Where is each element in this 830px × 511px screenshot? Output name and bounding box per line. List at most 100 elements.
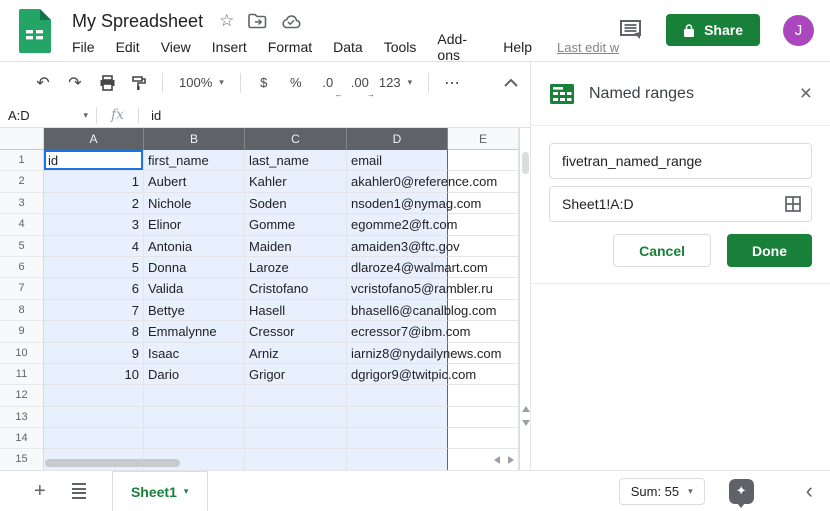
name-box[interactable]: A:D ▾: [0, 103, 96, 127]
cell-D15[interactable]: [347, 449, 448, 470]
cell-B5[interactable]: Antonia: [144, 236, 245, 257]
cell-D3[interactable]: nsoden1@nymag.com: [347, 193, 448, 214]
cell-A13[interactable]: [44, 407, 144, 428]
cell-C9[interactable]: Cressor: [245, 321, 347, 342]
cell-D10[interactable]: iarniz8@nydailynews.com: [347, 343, 448, 364]
cell-B2[interactable]: Aubert: [144, 171, 245, 192]
cell-B14[interactable]: [144, 428, 245, 449]
undo-icon[interactable]: ↶: [30, 70, 56, 96]
cell-D14[interactable]: [347, 428, 448, 449]
row-header-14[interactable]: 14: [0, 428, 44, 449]
row-header-7[interactable]: 7: [0, 278, 44, 299]
cell-C4[interactable]: Gomme: [245, 214, 347, 235]
cell-E4[interactable]: [448, 214, 519, 235]
cell-D12[interactable]: [347, 385, 448, 406]
row-header-5[interactable]: 5: [0, 236, 44, 257]
paint-format-icon[interactable]: [126, 70, 152, 96]
cell-A3[interactable]: 2: [44, 193, 144, 214]
comment-history-icon[interactable]: [619, 18, 644, 42]
row-header-1[interactable]: 1: [0, 150, 44, 171]
cell-B3[interactable]: Nichole: [144, 193, 245, 214]
hide-menus-icon[interactable]: [504, 79, 518, 87]
cell-C7[interactable]: Cristofano: [245, 278, 347, 299]
cell-E14[interactable]: [448, 428, 519, 449]
cell-A11[interactable]: 10: [44, 364, 144, 385]
row-header-13[interactable]: 13: [0, 407, 44, 428]
col-header-D[interactable]: D: [347, 128, 448, 150]
star-icon[interactable]: ☆: [219, 11, 234, 31]
cell-B8[interactable]: Bettye: [144, 300, 245, 321]
row-header-10[interactable]: 10: [0, 343, 44, 364]
cell-A8[interactable]: 7: [44, 300, 144, 321]
explore-button[interactable]: ✦: [729, 479, 754, 504]
close-icon[interactable]: ×: [800, 83, 812, 104]
row-header-15[interactable]: 15: [0, 449, 44, 470]
range-reference-input[interactable]: [549, 186, 812, 222]
number-format-menu[interactable]: 123 ▾: [373, 75, 418, 90]
cell-A4[interactable]: 3: [44, 214, 144, 235]
decrease-decimal-button[interactable]: .0 ←: [315, 70, 341, 96]
add-sheet-button[interactable]: +: [34, 481, 46, 501]
menu-file[interactable]: File: [72, 39, 95, 55]
cell-B13[interactable]: [144, 407, 245, 428]
menu-edit[interactable]: Edit: [116, 39, 140, 55]
cell-E1[interactable]: [448, 150, 519, 171]
sum-dropdown[interactable]: Sum: 55 ▾: [619, 478, 705, 505]
cell-D8[interactable]: bhasell6@canalblog.com: [347, 300, 448, 321]
menu-format[interactable]: Format: [268, 39, 312, 55]
redo-icon[interactable]: ↷: [62, 70, 88, 96]
cell-A5[interactable]: 4: [44, 236, 144, 257]
cell-C2[interactable]: Kahler: [245, 171, 347, 192]
cell-C8[interactable]: Hasell: [245, 300, 347, 321]
cell-E13[interactable]: [448, 407, 519, 428]
row-header-9[interactable]: 9: [0, 321, 44, 342]
horizontal-scrollbar-thumb[interactable]: [45, 459, 180, 467]
cell-D7[interactable]: vcristofano5@rambler.ru: [347, 278, 448, 299]
row-header-8[interactable]: 8: [0, 300, 44, 321]
cell-C14[interactable]: [245, 428, 347, 449]
scroll-left-icon[interactable]: [494, 456, 500, 464]
select-all-corner[interactable]: [0, 128, 44, 150]
scroll-up-icon[interactable]: [522, 406, 530, 412]
cell-B9[interactable]: Emmalynne: [144, 321, 245, 342]
all-sheets-icon[interactable]: [72, 483, 86, 499]
cell-D2[interactable]: akahler0@reference.com: [347, 171, 448, 192]
more-toolbar-icon[interactable]: ⋯: [439, 70, 465, 96]
sheets-logo-icon[interactable]: [16, 9, 54, 53]
cell-B6[interactable]: Donna: [144, 257, 245, 278]
move-folder-icon[interactable]: [248, 13, 267, 29]
sheet-tab-sheet1[interactable]: Sheet1 ▾: [112, 471, 208, 511]
cancel-button[interactable]: Cancel: [613, 234, 711, 267]
cell-B10[interactable]: Isaac: [144, 343, 245, 364]
print-icon[interactable]: [94, 70, 120, 96]
cell-C13[interactable]: [245, 407, 347, 428]
cell-C1[interactable]: last_name: [245, 150, 347, 171]
col-header-E[interactable]: E: [448, 128, 519, 150]
cell-B1[interactable]: first_name: [144, 150, 245, 171]
cell-B7[interactable]: Valida: [144, 278, 245, 299]
zoom-select[interactable]: 100% ▾: [173, 75, 230, 90]
cell-D13[interactable]: [347, 407, 448, 428]
cell-D11[interactable]: dgrigor9@twitpic.com: [347, 364, 448, 385]
cell-D1[interactable]: email: [347, 150, 448, 171]
cell-C11[interactable]: Grigor: [245, 364, 347, 385]
cell-A6[interactable]: 5: [44, 257, 144, 278]
format-percent-button[interactable]: %: [283, 70, 309, 96]
vertical-scrollbar[interactable]: [519, 128, 530, 470]
scroll-down-icon[interactable]: [522, 420, 530, 426]
row-header-12[interactable]: 12: [0, 385, 44, 406]
format-currency-button[interactable]: $: [251, 70, 277, 96]
done-button[interactable]: Done: [727, 234, 812, 267]
increase-decimal-button[interactable]: .00 →: [347, 70, 373, 96]
menu-tools[interactable]: Tools: [384, 39, 417, 55]
document-title[interactable]: My Spreadsheet: [72, 11, 203, 32]
cloud-saved-icon[interactable]: [281, 14, 301, 29]
last-edit-link[interactable]: Last edit w...: [557, 40, 619, 55]
cell-A14[interactable]: [44, 428, 144, 449]
scroll-right-icon[interactable]: [508, 456, 514, 464]
row-header-2[interactable]: 2: [0, 171, 44, 192]
avatar[interactable]: J: [783, 15, 814, 46]
collapse-panel-icon[interactable]: ‹: [782, 480, 813, 502]
cell-A1[interactable]: id: [44, 150, 144, 171]
col-header-B[interactable]: B: [144, 128, 245, 150]
